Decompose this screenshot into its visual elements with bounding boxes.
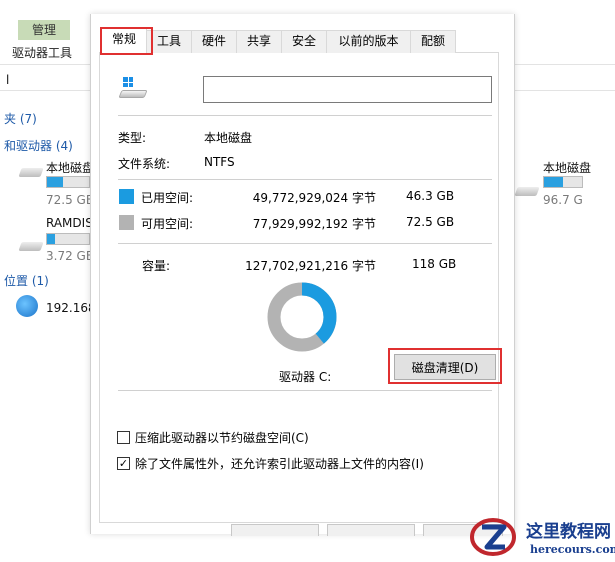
watermark-logo-icon <box>470 518 516 556</box>
drive-usage-fill <box>544 177 563 187</box>
address-divider-right <box>515 90 615 91</box>
type-label: 类型: <box>118 131 147 145</box>
divider <box>118 179 492 180</box>
tab-previous-versions[interactable]: 以前的版本 <box>326 30 411 53</box>
disk-usage-donut <box>267 282 337 352</box>
free-space-label: 可用空间: <box>141 217 194 231</box>
disk-cleanup-button[interactable]: 磁盘清理(D) <box>394 354 496 380</box>
drive-icon <box>514 187 540 196</box>
used-space-bytes: 49,772,929,024 字节 <box>252 191 376 205</box>
drive-usage-fill <box>47 234 56 244</box>
watermark-title: 这里教程网 <box>526 522 611 542</box>
compress-label: 压缩此驱动器以节约磁盘空间(C) <box>135 430 309 445</box>
ribbon-divider-right <box>515 64 615 65</box>
capacity-label: 容量: <box>142 259 171 273</box>
drive-letter-label: 驱动器 C: <box>279 370 332 384</box>
drive-icon <box>18 242 44 251</box>
drive-usage-fill <box>47 177 63 187</box>
capacity-bytes: 127,702,921,216 字节 <box>245 259 376 273</box>
index-contents-option[interactable]: ✓ 除了文件属性外，还允许索引此驱动器上文件的内容(I) <box>117 455 424 471</box>
network-location-item[interactable]: 192.168 <box>46 301 96 315</box>
watermark-url: herecours.com <box>530 543 615 556</box>
drive-free: 96.7 G <box>543 193 583 207</box>
capacity-size: 118 GB <box>412 257 457 271</box>
drive-properties-dialog: 常规 工具 硬件 共享 安全 以前的版本 配额 类型: 本地磁盘 文件系统: N… <box>90 14 515 536</box>
used-space-swatch <box>119 189 134 204</box>
type-value: 本地磁盘 <box>204 131 253 145</box>
compress-drive-option[interactable]: 压缩此驱动器以节约磁盘空间(C) <box>117 429 309 445</box>
index-label: 除了文件属性外，还允许索引此驱动器上文件的内容(I) <box>135 456 424 471</box>
free-space-size: 72.5 GB <box>406 215 455 229</box>
drive-name: RAMDIS <box>46 216 93 230</box>
used-space-label: 已用空间: <box>141 191 194 205</box>
drive-usage-bar <box>46 176 90 188</box>
index-checkbox[interactable]: ✓ <box>117 456 130 470</box>
drive-icon <box>18 168 44 177</box>
drive-usage-bar <box>46 233 90 245</box>
filesystem-value: NTFS <box>204 155 235 169</box>
ok-button[interactable] <box>231 524 319 536</box>
used-space-size: 46.3 GB <box>406 189 455 203</box>
free-space-swatch <box>119 215 134 230</box>
drive-usage-bar <box>543 176 583 188</box>
divider <box>118 243 492 244</box>
address-fragment: l <box>6 73 10 87</box>
tab-bar: 常规 工具 硬件 共享 安全 以前的版本 配额 <box>99 28 499 54</box>
free-space-bytes: 77,929,992,192 字节 <box>252 217 376 231</box>
cancel-button[interactable] <box>327 524 415 536</box>
site-watermark: 这里教程网 herecours.com <box>470 512 615 562</box>
compress-checkbox[interactable] <box>117 430 130 444</box>
tab-security[interactable]: 安全 <box>281 30 327 53</box>
section-folders[interactable]: 夹 (7) <box>4 110 37 127</box>
drive-free: 72.5 GB <box>46 193 95 207</box>
drive-free: 3.72 GB <box>46 249 95 263</box>
windows-logo-icon <box>123 77 133 87</box>
tab-hardware[interactable]: 硬件 <box>191 30 237 53</box>
ribbon-subtab-drive-tools[interactable]: 驱动器工具 <box>12 44 72 61</box>
network-globe-icon <box>16 295 38 317</box>
volume-name-input[interactable] <box>203 76 492 103</box>
drive-icon <box>118 77 150 103</box>
divider <box>118 390 492 391</box>
filesystem-label: 文件系统: <box>118 157 171 171</box>
divider <box>118 115 492 116</box>
ribbon-tab-manage[interactable]: 管理 <box>18 20 70 40</box>
tab-highlight-box <box>100 27 153 55</box>
drive-name: 本地磁盘 <box>46 161 95 175</box>
section-network-locations[interactable]: 位置 (1) <box>4 272 49 289</box>
drive-name: 本地磁盘 <box>543 161 592 175</box>
tab-quota[interactable]: 配额 <box>410 30 456 53</box>
section-devices-drives[interactable]: 和驱动器 (4) <box>4 137 73 154</box>
ribbon-divider <box>0 64 90 65</box>
tab-sharing[interactable]: 共享 <box>236 30 282 53</box>
address-divider <box>0 90 90 91</box>
